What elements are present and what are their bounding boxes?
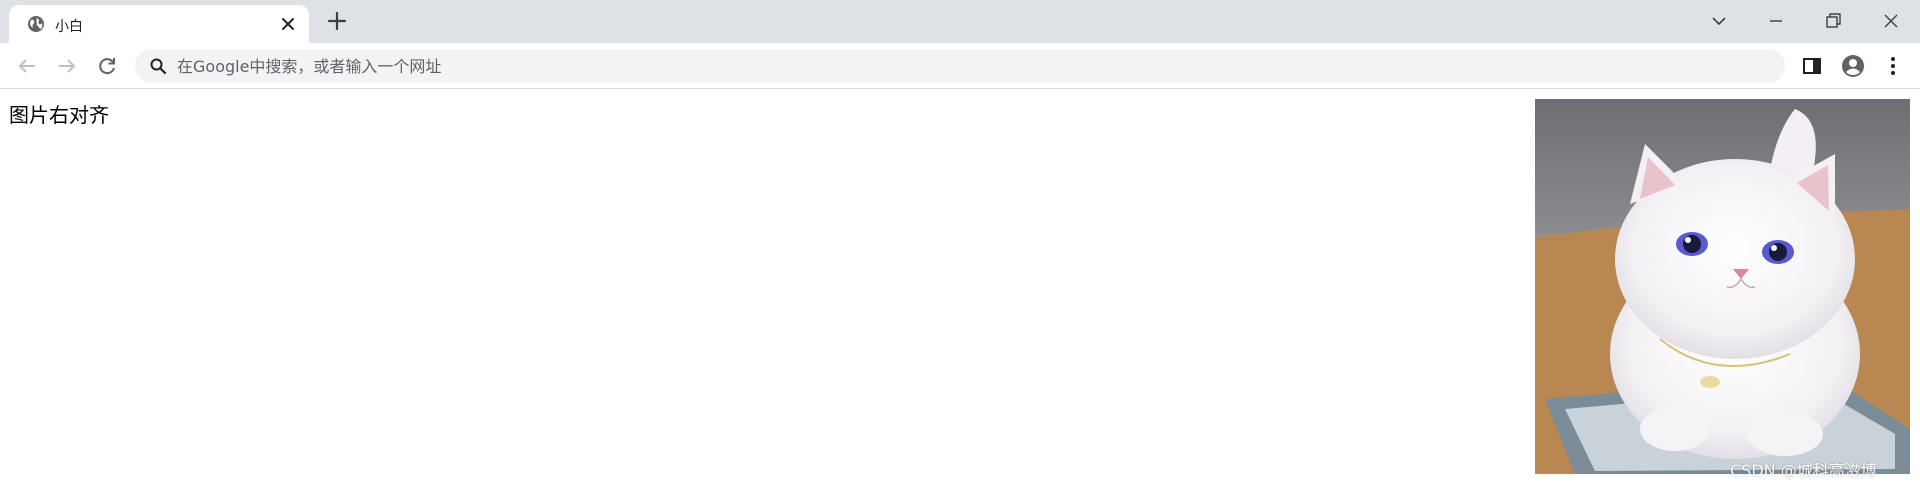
page-content: 图片右对齐 CSDN @城科高滋博 <box>0 89 1920 488</box>
watermark-text: CSDN @城科高滋博 <box>1730 461 1877 480</box>
globe-icon <box>28 16 44 32</box>
reload-icon[interactable] <box>95 54 119 78</box>
tab-strip: 小白 <box>0 0 1920 43</box>
restore-icon[interactable] <box>1822 10 1844 32</box>
search-icon <box>150 58 167 75</box>
chevron-down-icon[interactable] <box>1708 10 1730 32</box>
browser-toolbar <box>0 43 1920 89</box>
address-bar[interactable] <box>135 49 1785 83</box>
profile-avatar-icon[interactable] <box>1840 53 1866 79</box>
cat-image <box>1535 99 1910 474</box>
browser-tab[interactable]: 小白 <box>9 5 309 43</box>
close-icon[interactable] <box>279 15 297 33</box>
side-panel-icon[interactable] <box>1799 53 1825 79</box>
address-input[interactable] <box>177 49 1757 83</box>
minimize-icon[interactable] <box>1765 10 1787 32</box>
forward-arrow-icon[interactable] <box>55 54 79 78</box>
page-text: 图片右对齐 <box>9 103 109 127</box>
kebab-menu-icon[interactable] <box>1880 53 1906 79</box>
tab-title: 小白 <box>55 19 83 35</box>
back-arrow-icon[interactable] <box>15 54 39 78</box>
new-tab-button[interactable] <box>326 10 348 32</box>
close-icon[interactable] <box>1880 10 1902 32</box>
